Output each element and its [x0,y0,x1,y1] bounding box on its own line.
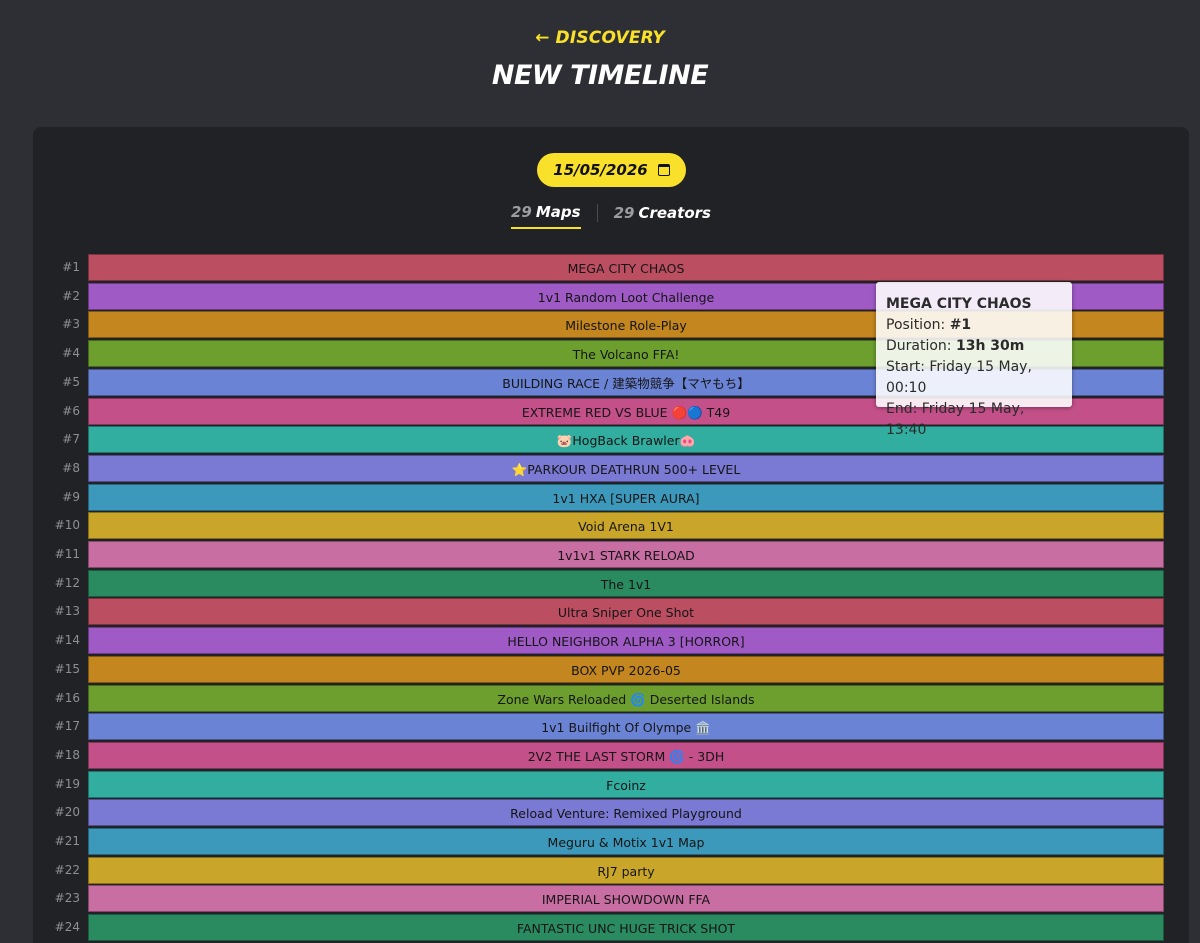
tooltip-duration: Duration: 13h 30m [886,338,1025,354]
row-rank: #9 [62,489,80,504]
row-rank: #16 [54,690,80,705]
map-bar[interactable]: Meguru & Motix 1v1 Map [88,828,1164,855]
map-bar[interactable]: 1v1 Builfight Of Olympe 🏛️ [88,713,1164,741]
row-rank: #4 [62,346,80,361]
row-rank: #15 [54,661,80,676]
timeline-row: #16 Zone Wars Reloaded 🌀 Deserted Islands [33,684,1189,712]
back-to-discovery-link[interactable]: ← DISCOVERY [0,28,1200,48]
back-link-label: DISCOVERY [555,28,665,48]
timeline-row: #17 1v1 Builfight Of Olympe 🏛️ [33,713,1189,741]
map-bar[interactable]: 1v1 HXA [SUPER AURA] [88,483,1164,511]
row-rank: #23 [54,891,80,906]
row-rank: #8 [62,460,80,475]
map-bar[interactable]: Reload Venture: Remixed Playground [88,799,1164,827]
map-bar[interactable]: Fcoinz [88,770,1164,798]
row-rank: #2 [62,288,80,303]
tab-bar: 29 Maps 29 Creators [33,203,1189,229]
timeline-row: #15 BOX PVP 2026-05 [33,655,1189,683]
map-bar[interactable]: The 1v1 [88,569,1164,597]
timeline-row: #18 2V2 THE LAST STORM 🌀 - 3DH [33,741,1189,769]
row-rank: #14 [54,633,80,648]
row-rank: #7 [62,432,80,447]
tab-count: 29 [511,203,532,221]
map-bar[interactable]: IMPERIAL SHOWDOWN FFA [88,885,1164,913]
timeline-panel: 15/05/2026 29 Maps 29 Creators #1 MEGA CITY… [33,127,1189,943]
map-bar[interactable]: ⭐PARKOUR DEATHRUN 500+ LEVEL [88,454,1164,482]
row-rank: #22 [54,862,80,877]
timeline-row: #8 ⭐PARKOUR DEATHRUN 500+ LEVEL [33,454,1189,482]
map-bar[interactable]: BOX PVP 2026-05 [88,655,1164,683]
timeline-row: #11 1v1v1 STARK RELOAD [33,541,1189,568]
map-bar[interactable]: MEGA CITY CHAOS [88,254,1164,281]
timeline-row: #23 IMPERIAL SHOWDOWN FFA [33,885,1189,913]
tooltip-start: Start: Friday 15 May, 00:10 [886,359,1032,396]
page-header: ← DISCOVERY NEW TIMELINE [0,0,1200,127]
timeline-row: #21 Meguru & Motix 1v1 Map [33,828,1189,855]
map-bar[interactable]: HELLO NEIGHBOR ALPHA 3 [HORROR] [88,627,1164,655]
tab-label: Maps [535,203,581,221]
row-rank: #13 [54,604,80,619]
timeline-row: #14 HELLO NEIGHBOR ALPHA 3 [HORROR] [33,627,1189,655]
tab-maps[interactable]: 29 Maps [511,203,581,229]
timeline-row: #13 Ultra Sniper One Shot [33,598,1189,626]
date-picker[interactable]: 15/05/2026 [537,153,686,187]
map-tooltip: MEGA CITY CHAOS Position: #1 Duration: 1… [876,282,1072,438]
map-bar[interactable]: 2V2 THE LAST STORM 🌀 - 3DH [88,741,1164,769]
date-value: 15/05/2026 [553,161,648,179]
map-bar[interactable]: RJ7 party [88,856,1164,884]
map-bar[interactable]: 1v1v1 STARK RELOAD [88,541,1164,568]
timeline-row: #19 Fcoinz [33,770,1189,798]
timeline-row: #9 1v1 HXA [SUPER AURA] [33,483,1189,511]
map-bar[interactable]: Zone Wars Reloaded 🌀 Deserted Islands [88,684,1164,712]
timeline-row: #1 MEGA CITY CHAOS [33,254,1189,281]
tooltip-position: Position: #1 [886,317,972,333]
row-rank: #20 [54,805,80,820]
row-rank: #6 [62,403,80,418]
row-rank: #17 [54,719,80,734]
row-rank: #19 [54,776,80,791]
row-rank: #24 [54,920,80,935]
timeline-row: #24 FANTASTIC UNC HUGE TRICK SHOT [33,914,1189,942]
tooltip-end: End: Friday 15 May, 13:40 [886,401,1025,438]
tab-count: 29 [613,204,635,222]
map-bar[interactable]: Ultra Sniper One Shot [88,598,1164,626]
row-rank: #5 [62,374,80,389]
row-rank: #18 [54,747,80,762]
row-rank: #3 [62,317,80,332]
timeline-row: #22 RJ7 party [33,856,1189,884]
tab-creators[interactable]: 29 Creators [614,204,711,228]
map-bar[interactable]: FANTASTIC UNC HUGE TRICK SHOT [88,914,1164,942]
timeline-row: #12 The 1v1 [33,569,1189,597]
tab-divider [596,204,598,222]
map-bar[interactable]: Void Arena 1V1 [88,512,1164,540]
timeline-row: #20 Reload Venture: Remixed Playground [33,799,1189,827]
page-title: NEW TIMELINE [491,60,709,91]
row-rank: #1 [62,260,80,274]
timeline-row: #10 Void Arena 1V1 [33,512,1189,540]
tooltip-title: MEGA CITY CHAOS [886,296,1032,312]
row-rank: #10 [54,518,80,533]
row-rank: #21 [54,834,80,848]
arrow-left-icon: ← [535,28,550,48]
calendar-icon [657,164,670,176]
row-rank: #11 [54,547,80,561]
row-rank: #12 [54,575,80,590]
tab-label: Creators [638,204,711,222]
